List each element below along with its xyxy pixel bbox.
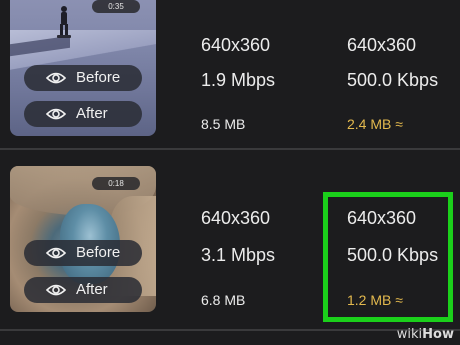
after-label: After [76,105,108,122]
wikihow-watermark: wikiHow [397,327,454,342]
after-label: After [76,281,108,298]
original-bitrate: 3.1 Mbps [201,245,276,265]
estimated-file-size: 2.4 MB ≈ [347,116,403,132]
original-resolution: 640x360 [201,208,271,228]
watermark-wiki: wiki [396,327,423,342]
before-button[interactable]: Before [24,65,142,91]
before-button[interactable]: Before [24,240,142,266]
eye-icon [46,247,66,259]
eye-icon [46,284,66,296]
before-label: Before [76,244,121,261]
after-button[interactable]: After [24,277,142,303]
compressed-resolution: 640x360 [347,35,417,55]
original-resolution: 640x360 [201,35,271,55]
video-row-3-partial [0,331,460,345]
duration-badge: 0:18 [92,177,140,190]
before-label: Before [76,69,121,86]
original-file-size: 6.8 MB [201,292,246,308]
snowboarder-figure [57,6,71,38]
eye-icon [46,108,66,120]
original-bitrate: 1.9 Mbps [201,70,276,90]
after-button[interactable]: After [24,101,142,127]
duration-badge: 0:35 [92,0,140,13]
highlight-box [323,192,453,322]
original-file-size: 8.5 MB [201,116,246,132]
eye-icon [46,72,66,84]
watermark-how: How [422,327,454,342]
compressed-bitrate: 500.0 Kbps [347,70,439,90]
